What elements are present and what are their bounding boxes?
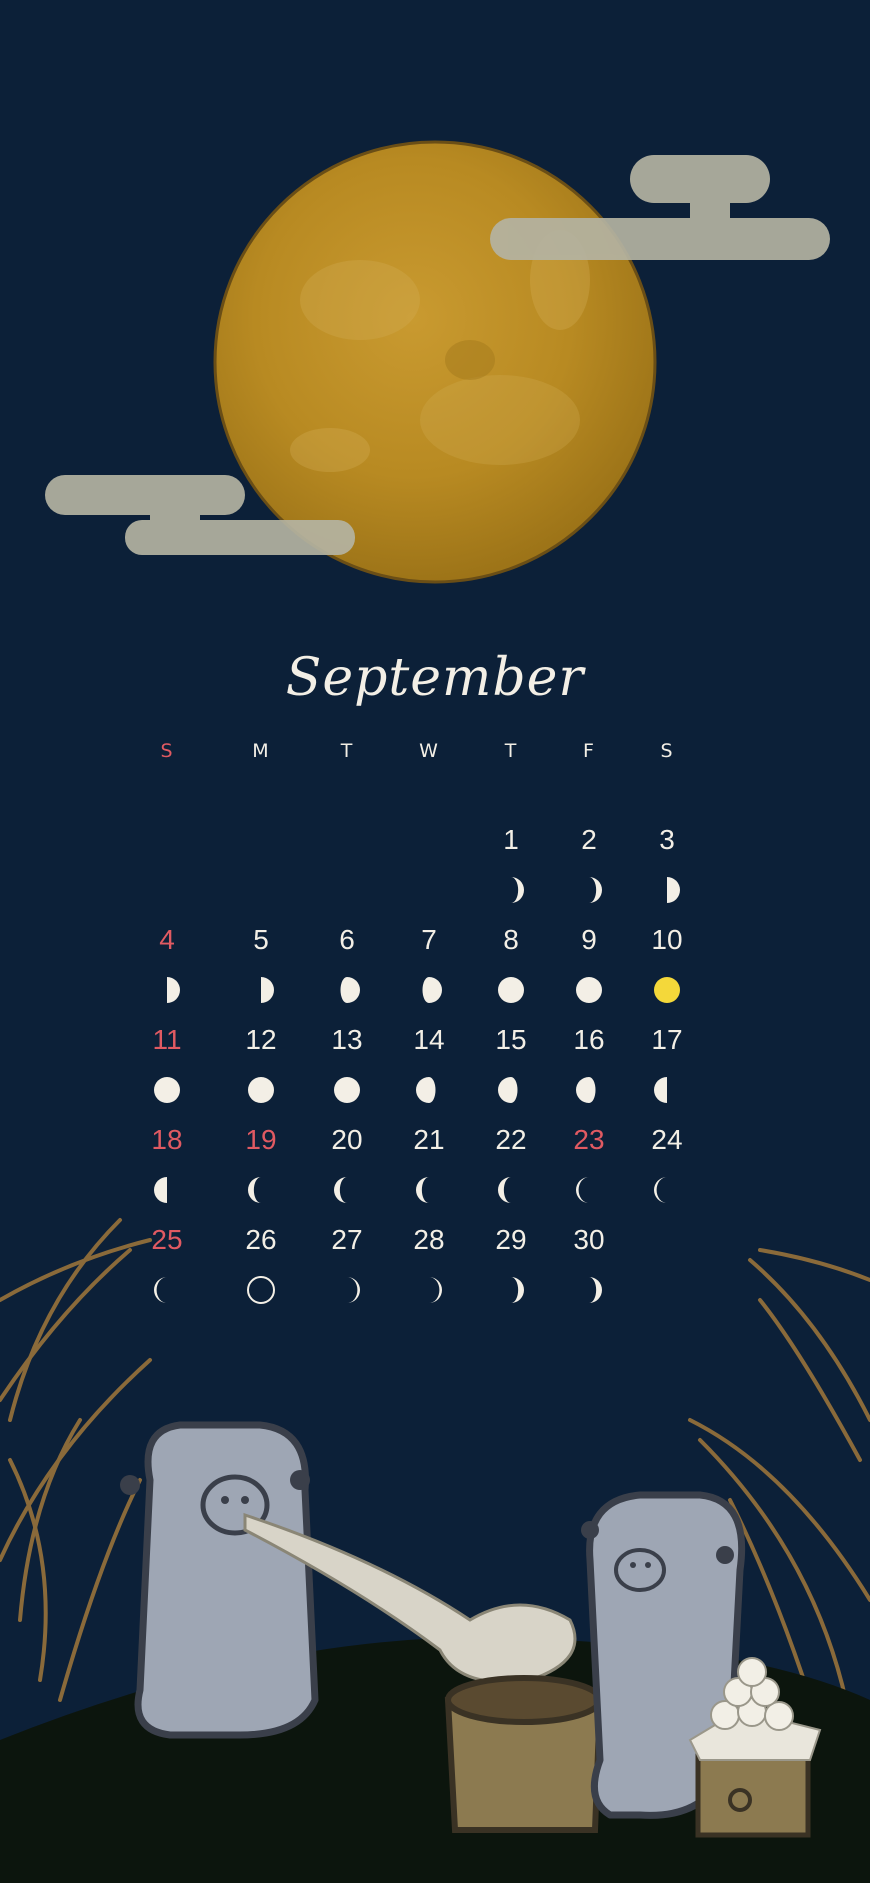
moon-phase-icon — [647, 1170, 687, 1210]
calendar-day: 29 — [495, 1224, 527, 1255]
calendar-day: 21 — [413, 1124, 445, 1155]
weekday-label: T — [504, 740, 518, 762]
moon-phase-icon — [327, 1270, 367, 1310]
pampas-grass-left — [0, 1218, 152, 1702]
calendar-day: 3 — [659, 824, 675, 855]
moon-phase-icon — [147, 1070, 187, 1110]
calendar-day: 6 — [339, 924, 355, 955]
calendar-day: 25 — [151, 1224, 183, 1255]
otter-with-pestle — [120, 1421, 319, 1739]
calendar-day: 28 — [413, 1224, 445, 1255]
moon-phase-icon — [327, 970, 367, 1010]
weekday-label: F — [583, 740, 595, 762]
moon-phase-icon — [569, 870, 609, 910]
moon-phase-icon — [491, 1070, 531, 1110]
moon-phase-icon — [409, 1270, 449, 1310]
calendar-day: 30 — [573, 1224, 605, 1255]
moon-phase-icon — [327, 1070, 367, 1110]
weekday-label: S — [160, 740, 174, 762]
moon-phase-icon — [409, 1170, 449, 1210]
moon-phase-icon — [327, 1170, 367, 1210]
weekday-label: M — [252, 740, 270, 762]
moon-phase-icon — [491, 1170, 531, 1210]
calendar-day: 24 — [651, 1124, 683, 1155]
calendar-day: 23 — [573, 1124, 605, 1155]
calendar-day: 19 — [245, 1124, 277, 1155]
moon-phase-icon — [569, 1270, 609, 1310]
calendar-day: 1 — [503, 824, 519, 855]
moon-phase-icon — [647, 1070, 687, 1110]
moon-phase-icon — [569, 1070, 609, 1110]
moon-phase-icon — [147, 1170, 187, 1210]
calendar-day: 9 — [581, 924, 597, 955]
calendar-day: 8 — [503, 924, 519, 955]
calendar-day: 26 — [245, 1224, 277, 1255]
moon-phase-icon — [491, 1270, 531, 1310]
moon-phase-icon — [569, 970, 609, 1010]
calendar-day: 18 — [151, 1124, 183, 1155]
calendar-day: 10 — [651, 924, 683, 955]
calendar-day: 17 — [651, 1024, 683, 1055]
moon-phase-icon — [241, 1270, 281, 1310]
moon-phase-icon — [409, 970, 449, 1010]
mortar — [444, 1675, 604, 1833]
calendar-day: 2 — [581, 824, 597, 855]
moon-phase-icon — [491, 870, 531, 910]
month-title: September — [285, 648, 585, 708]
weekday-label: T — [340, 740, 354, 762]
moon-phase-icon — [241, 1170, 281, 1210]
moon-phase-icon — [491, 970, 531, 1010]
calendar-day: 4 — [159, 924, 175, 955]
moon-phase-icon — [241, 970, 281, 1010]
calendar-day: 12 — [245, 1024, 277, 1055]
weekday-label: S — [660, 740, 674, 762]
moon-phase-icon — [647, 970, 687, 1010]
calendar-day: 11 — [152, 1024, 182, 1055]
moon-phase-icon — [409, 1070, 449, 1110]
moon-phase-icon — [647, 870, 687, 910]
moon-phase-icon — [147, 970, 187, 1010]
calendar-day: 20 — [331, 1124, 363, 1155]
calendar-day: 22 — [495, 1124, 527, 1155]
calendar-day: 27 — [331, 1224, 363, 1255]
moon-phase-icon — [147, 1270, 187, 1310]
weekday-label: W — [419, 740, 439, 762]
calendar-day: 13 — [331, 1024, 363, 1055]
full-moon-illustration — [213, 140, 657, 584]
calendar-day: 14 — [413, 1024, 445, 1055]
calendar-day: 5 — [253, 924, 269, 955]
calendar-day: 15 — [495, 1024, 527, 1055]
calendar-day: 7 — [421, 924, 437, 955]
moon-phase-icon — [241, 1070, 281, 1110]
moon-phase-icon — [569, 1170, 609, 1210]
calendar-day: 16 — [573, 1024, 605, 1055]
